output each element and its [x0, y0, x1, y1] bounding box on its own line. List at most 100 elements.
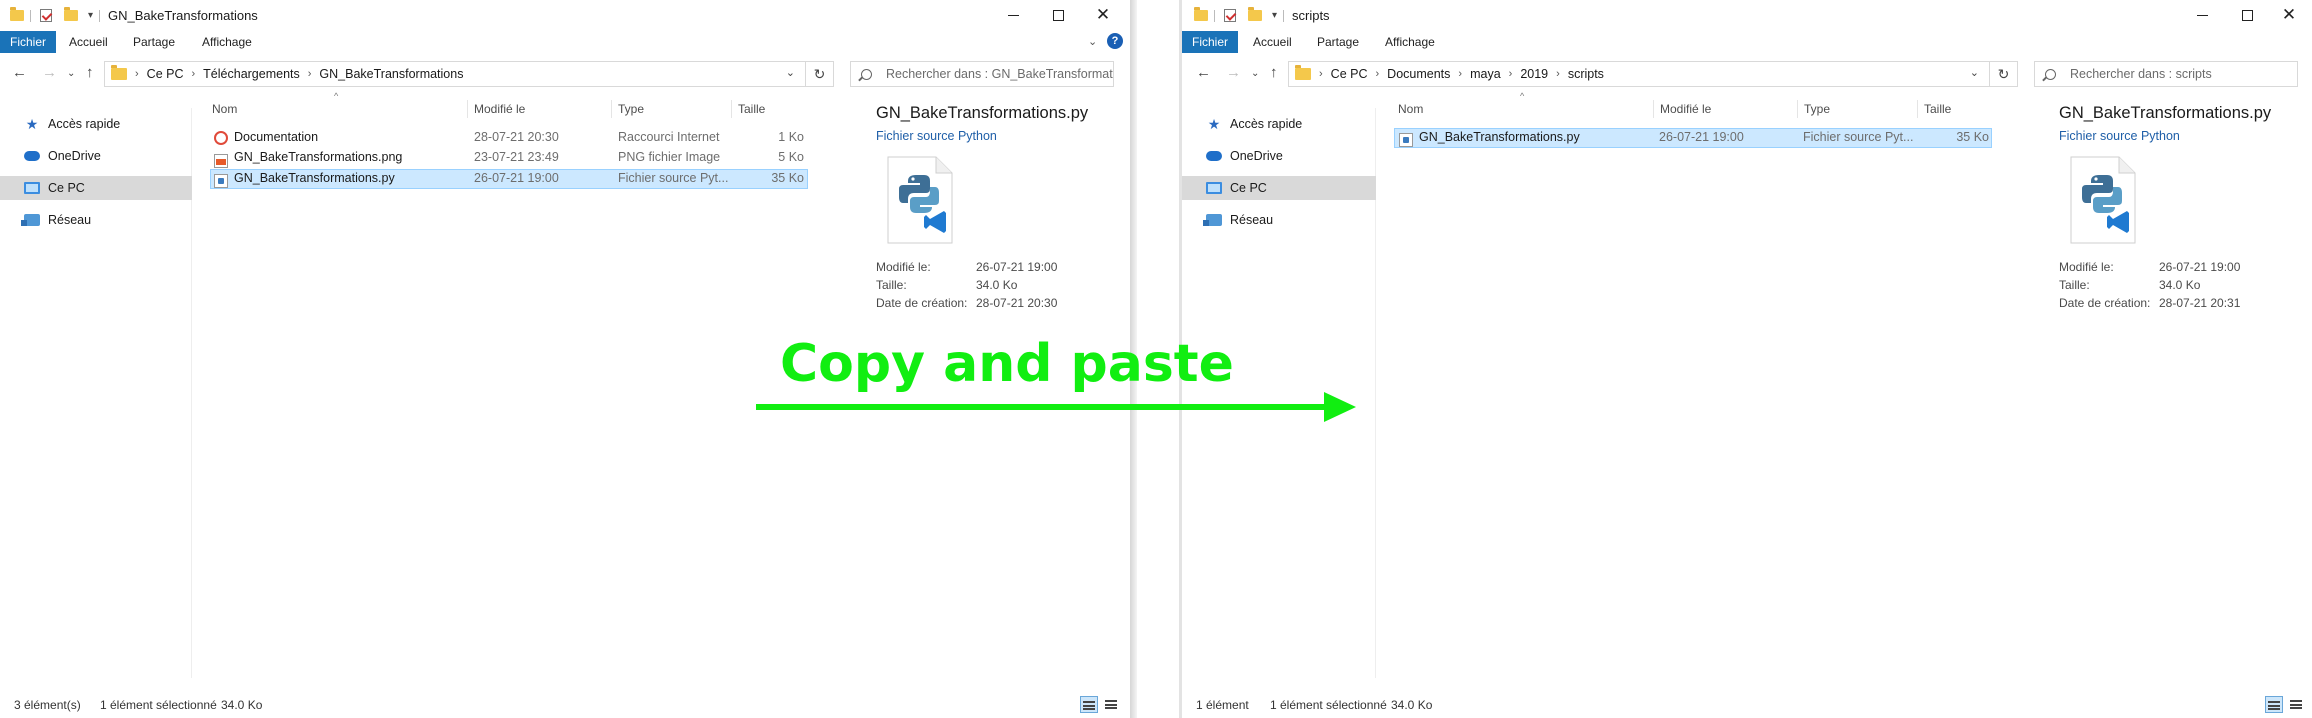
breadcrumb-this-pc[interactable]: Ce PC — [147, 67, 184, 81]
new-folder-icon[interactable] — [1248, 7, 1262, 21]
breadcrumb-separator-icon: › — [135, 68, 139, 80]
tab-file[interactable]: Fichier — [1182, 31, 1239, 53]
column-header-name[interactable]: Nom — [1392, 100, 1654, 118]
large-icons-view-icon — [2290, 700, 2302, 709]
expand-ribbon-icon[interactable]: ⌄ — [1088, 35, 1097, 48]
address-bar[interactable]: › Ce PC › Téléchargements › GN_BakeTrans… — [104, 61, 806, 87]
breadcrumb-documents[interactable]: Documents — [1387, 67, 1450, 81]
folder-icon — [111, 65, 127, 80]
breadcrumb-current-folder[interactable]: GN_BakeTransformations — [319, 67, 463, 81]
search-box[interactable]: Rechercher dans : scripts — [2034, 61, 2298, 87]
folder-icon — [1194, 7, 1208, 21]
file-row[interactable]: Documentation 28-07-21 20:30 Raccourci I… — [210, 128, 808, 148]
sidebar-item-quick-access[interactable]: ★ Accès rapide — [1182, 112, 1376, 136]
sidebar-item-this-pc[interactable]: Ce PC — [0, 176, 192, 200]
back-arrow-icon[interactable]: ← — [12, 64, 27, 81]
new-folder-icon[interactable] — [64, 7, 78, 21]
up-arrow-icon[interactable]: ↑ — [86, 64, 94, 81]
sidebar-item-quick-access[interactable]: ★ Accès rapide — [0, 112, 192, 136]
computer-icon — [1206, 181, 1222, 195]
maximize-button[interactable] — [2224, 0, 2270, 30]
preview-created-label: Date de création: — [876, 296, 968, 310]
sidebar-item-onedrive[interactable]: OneDrive — [1182, 144, 1376, 168]
file-row[interactable]: GN_BakeTransformations.png 23-07-21 23:4… — [210, 148, 808, 168]
status-selected: 1 élément sélectionné — [100, 698, 217, 712]
search-placeholder: Rechercher dans : GN_BakeTransformati... — [886, 67, 1114, 81]
minimize-button[interactable] — [990, 0, 1036, 30]
breadcrumb-separator-icon: › — [1508, 68, 1513, 80]
python-file-icon — [214, 174, 228, 188]
breadcrumb-2019[interactable]: 2019 — [1520, 67, 1548, 81]
properties-icon[interactable] — [1224, 9, 1236, 22]
sidebar-item-onedrive[interactable]: OneDrive — [0, 144, 192, 168]
help-icon[interactable]: ? — [1107, 33, 1123, 49]
recent-locations-dropdown-icon[interactable]: ⌄ — [67, 68, 75, 79]
details-view-button[interactable] — [1080, 696, 1098, 713]
refresh-button[interactable]: ↻ — [806, 61, 834, 87]
search-box[interactable]: Rechercher dans : GN_BakeTransformati... — [850, 61, 1114, 87]
file-row-selected[interactable]: GN_BakeTransformations.py 26-07-21 19:00… — [1394, 128, 1992, 148]
properties-icon[interactable] — [40, 9, 52, 22]
sidebar-item-label: Ce PC — [48, 181, 85, 195]
details-view-button[interactable] — [2265, 696, 2283, 713]
column-header-modified[interactable]: Modifié le — [468, 100, 612, 118]
tab-file[interactable]: Fichier — [0, 31, 57, 53]
customize-dropdown-icon[interactable]: ▾ — [1272, 10, 1277, 21]
python-file-icon — [1399, 133, 1413, 147]
breadcrumb-separator-icon: › — [1319, 68, 1323, 80]
minimize-icon — [2196, 14, 2208, 16]
tab-view[interactable]: Affichage — [190, 31, 264, 53]
right-arrow-annotation-icon — [756, 392, 1356, 422]
column-header-modified[interactable]: Modifié le — [1654, 100, 1798, 118]
preview-created-label: Date de création: — [2059, 296, 2151, 310]
refresh-button[interactable]: ↻ — [1990, 61, 2018, 87]
breadcrumb-maya[interactable]: maya — [1470, 67, 1501, 81]
refresh-icon: ↻ — [813, 65, 826, 82]
status-bar: 1 élément 1 élément sélectionné 34.0 Ko — [1182, 694, 2312, 716]
tab-home[interactable]: Accueil — [57, 31, 120, 53]
tab-view[interactable]: Affichage — [1373, 31, 1447, 53]
address-bar[interactable]: › Ce PC › Documents › maya › 2019 › scri… — [1288, 61, 1990, 87]
address-dropdown-icon[interactable]: ⌄ — [1970, 66, 1979, 79]
large-icons-view-icon — [1105, 700, 1117, 709]
breadcrumb-downloads[interactable]: Téléchargements — [203, 67, 300, 81]
column-header-type[interactable]: Type — [1798, 100, 1918, 118]
divider — [1283, 9, 1289, 22]
breadcrumb-this-pc[interactable]: Ce PC — [1331, 67, 1368, 81]
python-file-thumbnail-icon — [887, 156, 953, 244]
breadcrumb-separator-icon: › — [191, 68, 196, 80]
up-arrow-icon[interactable]: ↑ — [1270, 64, 1278, 81]
column-header-type[interactable]: Type — [612, 100, 732, 118]
cloud-icon — [1206, 149, 1222, 163]
refresh-icon: ↻ — [1997, 65, 2010, 82]
preview-created-row: Date de création: 28-07-21 20:31 — [2059, 296, 2240, 310]
tab-share[interactable]: Partage — [1305, 31, 1371, 53]
breadcrumb-current-folder[interactable]: scripts — [1568, 67, 1604, 81]
minimize-button[interactable] — [2179, 0, 2225, 30]
close-button[interactable]: ✕ — [2266, 0, 2312, 30]
sidebar-item-this-pc[interactable]: Ce PC — [1182, 176, 1376, 200]
column-header-name[interactable]: Nom — [206, 100, 468, 118]
address-dropdown-icon[interactable]: ⌄ — [786, 66, 795, 79]
sidebar-item-network[interactable]: Réseau — [1182, 208, 1376, 232]
tab-home[interactable]: Accueil — [1241, 31, 1304, 53]
large-icons-view-button[interactable] — [1102, 696, 1120, 713]
close-button[interactable]: ✕ — [1080, 0, 1126, 30]
maximize-button[interactable] — [1035, 0, 1081, 30]
forward-arrow-icon[interactable]: → — [1226, 64, 1241, 81]
tab-share[interactable]: Partage — [121, 31, 187, 53]
column-header-size[interactable]: Taille — [1918, 100, 1996, 118]
recent-locations-dropdown-icon[interactable]: ⌄ — [1251, 68, 1259, 79]
column-header-size[interactable]: Taille — [732, 100, 810, 118]
customize-dropdown-icon[interactable]: ▾ — [88, 10, 93, 21]
forward-arrow-icon[interactable]: → — [42, 64, 57, 81]
internet-shortcut-icon — [214, 131, 228, 145]
file-row-selected[interactable]: GN_BakeTransformations.py 26-07-21 19:00… — [210, 169, 808, 189]
computer-icon — [24, 181, 40, 195]
back-arrow-icon[interactable]: ← — [1196, 64, 1211, 81]
large-icons-view-button[interactable] — [2287, 696, 2305, 713]
sidebar-item-network[interactable]: Réseau — [0, 208, 192, 232]
network-icon — [21, 213, 40, 227]
file-type: Raccourci Internet — [618, 130, 720, 144]
navigation-bar: ← → ⌄ ↑ › Ce PC › Téléchargements › GN_B… — [0, 58, 1130, 90]
